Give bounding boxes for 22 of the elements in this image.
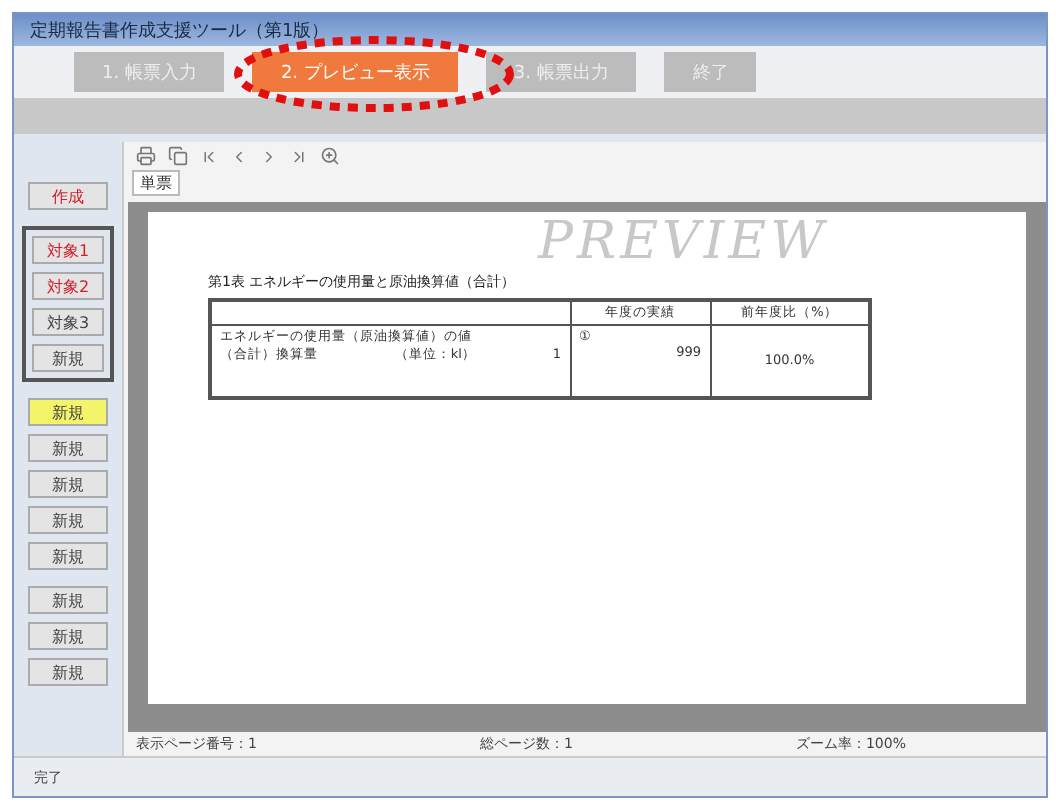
last-page-icon[interactable]: [290, 147, 308, 165]
next-icon[interactable]: [260, 147, 278, 165]
print-icon[interactable]: [136, 146, 156, 166]
window-title: 定期報告書作成支援ツール（第1版）: [30, 19, 330, 43]
side-button[interactable]: 新規: [28, 622, 108, 650]
side-button[interactable]: 新規: [28, 506, 108, 534]
side-button[interactable]: 対象1: [32, 236, 104, 264]
side-button[interactable]: 新規: [28, 542, 108, 570]
side-button[interactable]: 作成: [28, 182, 108, 210]
side-button[interactable]: 新規: [32, 344, 104, 372]
previous-icon[interactable]: [230, 147, 248, 165]
side-button[interactable]: 新規: [28, 470, 108, 498]
side-button[interactable]: 新規: [28, 398, 108, 426]
copy-icon[interactable]: [168, 146, 188, 166]
side-button[interactable]: 対象2: [32, 272, 104, 300]
side-button[interactable]: 新規: [28, 586, 108, 614]
page-tab[interactable]: 単票: [132, 170, 180, 196]
first-page-icon[interactable]: [200, 147, 218, 165]
side-button[interactable]: 新規: [28, 434, 108, 462]
zoom-icon[interactable]: [320, 146, 340, 166]
side-button[interactable]: 対象3: [32, 308, 104, 336]
side-button[interactable]: 新規: [28, 658, 108, 686]
